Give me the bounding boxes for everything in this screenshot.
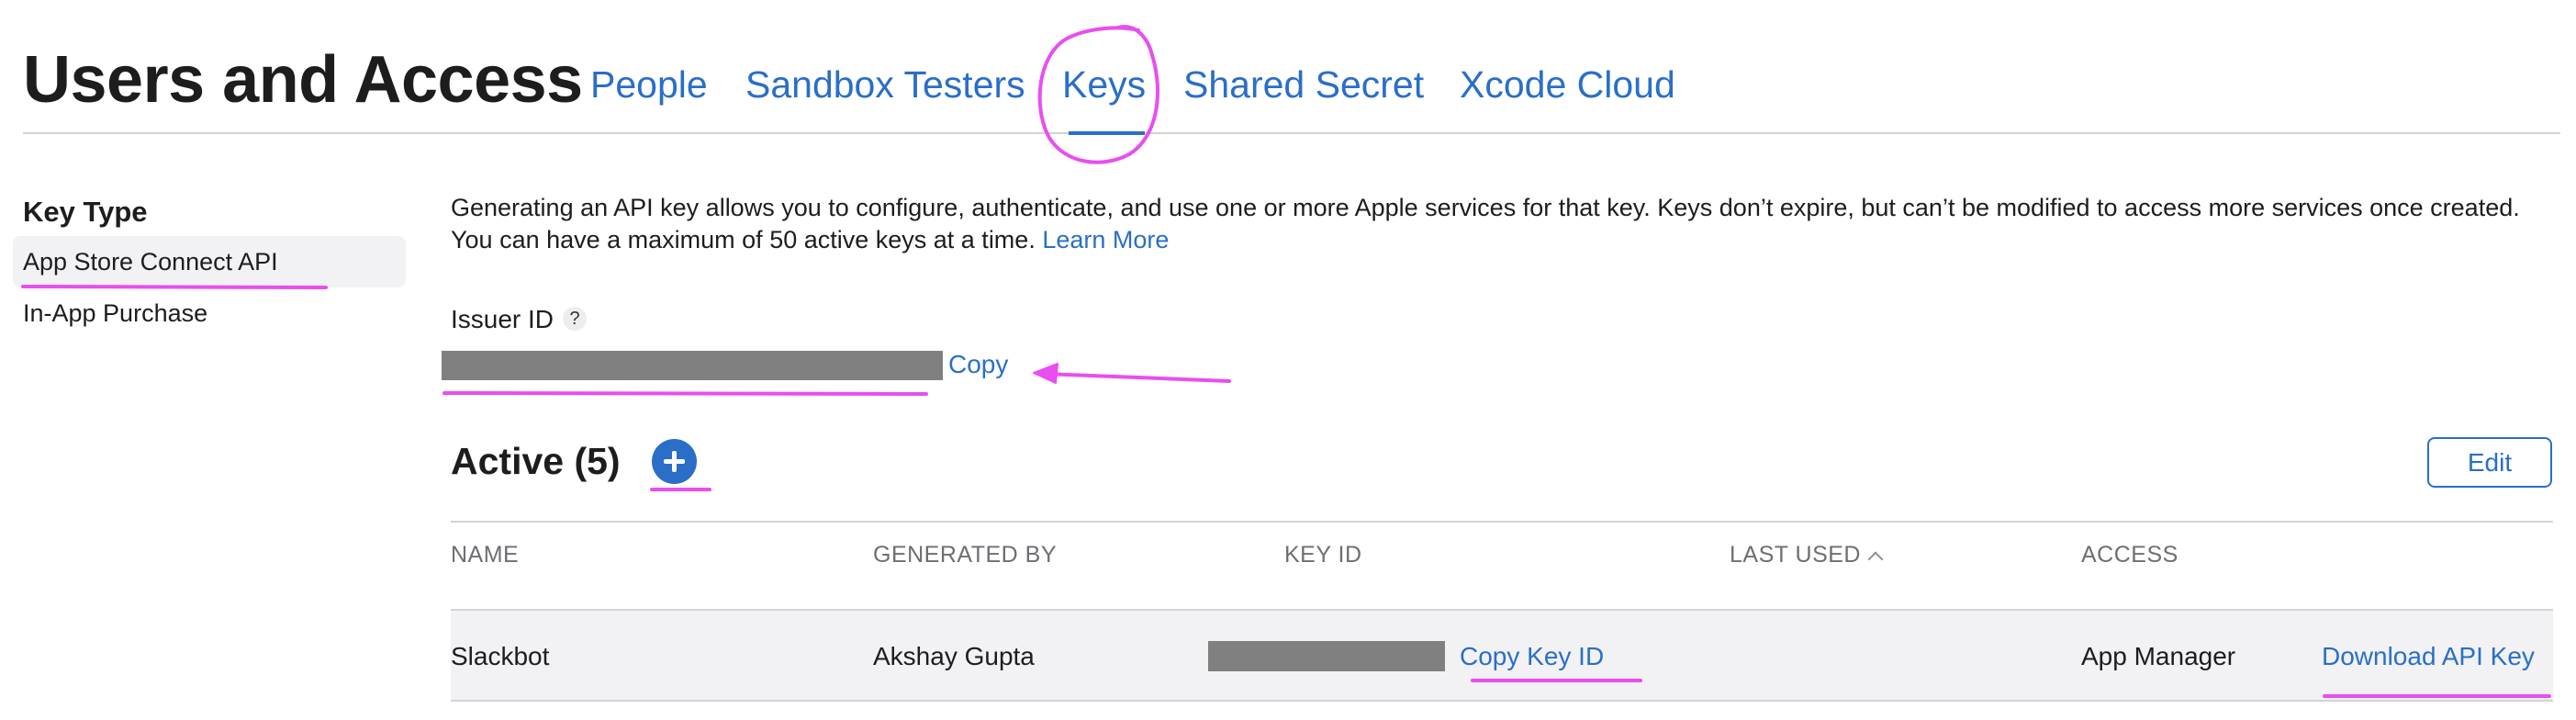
sidebar-item-in-app-purchase[interactable]: In-App Purchase (13, 287, 406, 339)
question-icon[interactable]: ? (563, 307, 587, 331)
row-generated-by: Akshay Gupta (873, 642, 1035, 670)
column-header-key-id[interactable]: KEY ID (1284, 540, 1362, 569)
copy-arrow-line-annotation (1043, 372, 1231, 383)
tab-keys[interactable]: Keys (1062, 61, 1146, 108)
sidebar-heading: Key Type (23, 196, 148, 228)
copy-arrowhead-annotation (1033, 363, 1058, 384)
learn-more-link[interactable]: Learn More (1042, 226, 1169, 253)
issuer-id-redacted-value (442, 351, 943, 380)
tab-shared-secret[interactable]: Shared Secret (1183, 61, 1424, 108)
copy-key-id-link[interactable]: Copy Key ID (1460, 640, 1604, 673)
column-header-last-used-label: LAST USED (1730, 542, 1861, 568)
tab-people[interactable]: People (590, 61, 708, 108)
chevron-up-icon (1867, 551, 1884, 568)
active-tab-indicator (1069, 131, 1145, 135)
sidebar-item-app-store-connect-api[interactable]: App Store Connect API (13, 236, 406, 287)
header-divider (23, 132, 2560, 134)
row-name: Slackbot (451, 642, 550, 670)
column-header-last-used[interactable]: LAST USED (1730, 540, 1884, 569)
column-header-access[interactable]: ACCESS (2081, 540, 2178, 569)
tab-sandbox-testers[interactable]: Sandbox Testers (745, 61, 1025, 108)
issuer-id-underline-annotation (442, 391, 928, 396)
table-header-divider (451, 521, 2553, 523)
row-access: App Manager (2081, 642, 2236, 670)
key-id-redacted-value (1208, 641, 1445, 671)
plus-circle-icon[interactable] (652, 439, 697, 484)
page-title: Users and Access (23, 43, 583, 117)
description-text: Generating an API key allows you to conf… (451, 194, 2520, 253)
keys-description: Generating an API key allows you to conf… (451, 192, 2553, 256)
column-header-name[interactable]: NAME (451, 540, 519, 569)
column-header-generated-by[interactable]: GENERATED BY (873, 540, 1057, 569)
edit-button[interactable]: Edit (2427, 437, 2552, 488)
download-api-key-link[interactable]: Download API Key (2322, 640, 2535, 673)
tab-xcode-cloud[interactable]: Xcode Cloud (1460, 61, 1675, 108)
copy-issuer-id-link[interactable]: Copy (948, 348, 1008, 381)
active-keys-heading: Active (5) (451, 440, 621, 482)
issuer-id-label: Issuer ID (451, 305, 554, 333)
